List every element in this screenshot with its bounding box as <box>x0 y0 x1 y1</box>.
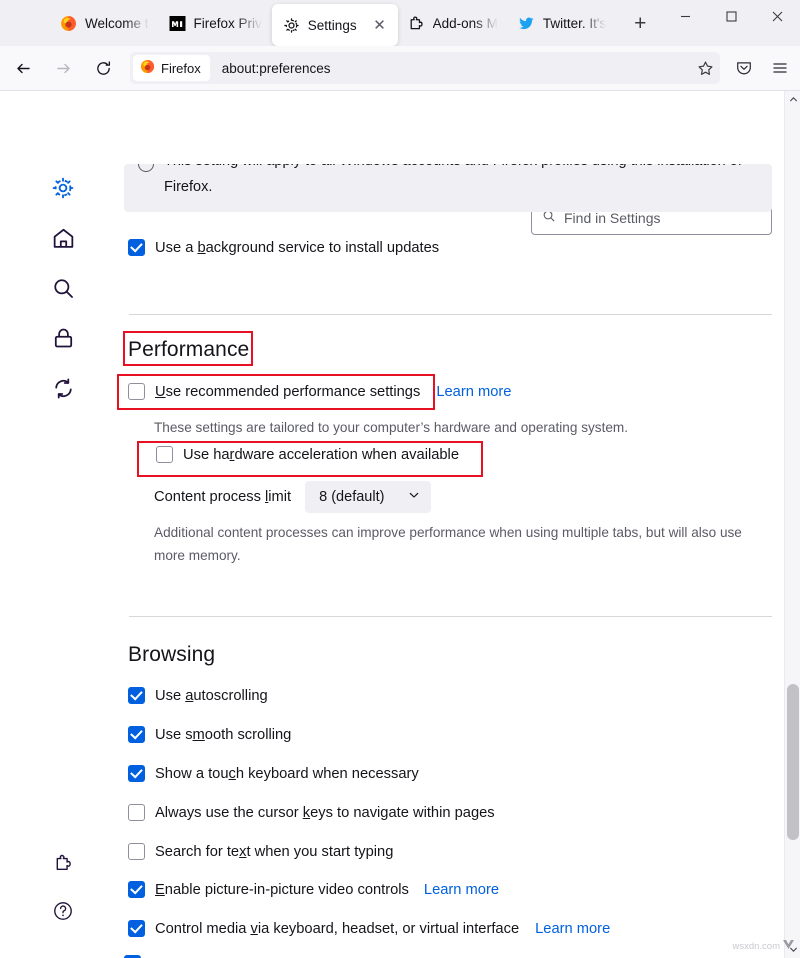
autoscrolling-checkbox[interactable] <box>128 687 145 704</box>
content-process-limit-description: Additional content processes can improve… <box>154 521 772 567</box>
sidebar-item-search[interactable] <box>46 271 80 305</box>
chevron-down-icon <box>408 489 420 505</box>
cursor-keys-checkbox[interactable] <box>128 804 145 821</box>
tab-settings[interactable]: Settings ✕ <box>272 4 398 46</box>
preferences-page: Find in Settings This setting will apply… <box>0 91 800 958</box>
recommended-performance-label: Use recommended performance settings <box>155 384 420 400</box>
info-circle-icon <box>138 164 154 172</box>
settings-content: This setting will apply to all Windows a… <box>124 91 772 958</box>
recommended-performance-checkbox[interactable] <box>128 383 145 400</box>
tab-label: Add-ons M <box>433 16 498 31</box>
browsing-item-smooth-scrolling[interactable]: Use smooth scrolling <box>128 726 291 743</box>
background-service-label: Use a background service to install upda… <box>155 240 439 256</box>
navigation-toolbar: Firefox about:preferences <box>0 46 800 91</box>
recommended-performance-learn-more-link[interactable]: Learn more <box>436 384 511 400</box>
update-info-banner-text: This setting will apply to all Windows a… <box>164 164 758 200</box>
scrollbar-thumb[interactable] <box>787 684 799 840</box>
sidebar-item-firefox-support[interactable] <box>46 894 80 928</box>
url-text[interactable]: about:preferences <box>222 61 697 76</box>
content-process-limit-label: Content process limit <box>154 489 291 505</box>
smooth-scrolling-label: Use smooth scrolling <box>155 727 291 743</box>
smooth-scrolling-checkbox[interactable] <box>128 726 145 743</box>
identity-box[interactable]: Firefox <box>133 55 210 81</box>
new-tab-button[interactable]: + <box>624 8 656 40</box>
tab-label: Firefox Priv <box>194 16 262 31</box>
media-control-learn-more-link[interactable]: Learn more <box>535 921 610 937</box>
watermark: wsxdn.com <box>732 940 794 952</box>
mozilla-m-icon <box>169 15 186 32</box>
browsing-item-search-on-type[interactable]: Search for text when you start typing <box>128 843 393 860</box>
browsing-item-cursor-keys[interactable]: Always use the cursor keys to navigate w… <box>128 804 495 821</box>
browsing-item-media-control[interactable]: Control media via keyboard, headset, or … <box>128 920 610 937</box>
tab-twitter[interactable]: Twitter. It's <box>508 3 616 43</box>
background-service-checkbox-row[interactable]: Use a background service to install upda… <box>128 239 439 256</box>
tab-firefox-privacy[interactable]: Firefox Priv <box>159 3 272 43</box>
sidebar-item-general[interactable] <box>46 171 80 205</box>
window-controls <box>662 0 800 46</box>
browsing-item-picture-in-picture[interactable]: Enable picture-in-picture video controls… <box>128 881 499 898</box>
url-bar[interactable]: Firefox about:preferences <box>130 52 720 84</box>
tab-label: Settings <box>308 18 357 33</box>
content-process-limit-row[interactable]: Content process limit 8 (default) <box>154 481 431 513</box>
media-control-label: Control media via keyboard, headset, or … <box>155 921 519 937</box>
firefox-logo-icon <box>140 59 155 77</box>
sidebar-item-privacy-security[interactable] <box>46 321 80 355</box>
firefox-logo-icon <box>60 15 77 32</box>
tab-addons-manager[interactable]: Add-ons M <box>398 3 508 43</box>
touch-keyboard-checkbox[interactable] <box>128 765 145 782</box>
tab-close-button[interactable]: ✕ <box>371 16 389 34</box>
tab-welcome[interactable]: Welcome t <box>50 3 159 43</box>
hardware-acceleration-checkbox[interactable] <box>156 446 173 463</box>
autoscrolling-label: Use autoscrolling <box>155 688 268 704</box>
cursor-keys-label: Always use the cursor keys to navigate w… <box>155 805 495 821</box>
background-service-checkbox[interactable] <box>128 239 145 256</box>
browsing-item-touch-keyboard[interactable]: Show a touch keyboard when necessary <box>128 765 419 782</box>
watermark-icon <box>783 940 794 952</box>
forward-button[interactable] <box>46 51 80 85</box>
section-divider <box>129 616 772 617</box>
puzzle-piece-icon <box>408 15 425 32</box>
tab-strip: Welcome t Firefox Priv Settings ✕ Add <box>0 0 800 46</box>
watermark-text: wsxdn.com <box>732 941 780 952</box>
search-on-type-checkbox[interactable] <box>128 843 145 860</box>
preferences-sidebar <box>0 91 110 958</box>
sidebar-item-extensions-themes[interactable] <box>46 846 80 880</box>
scroll-up-arrow[interactable] <box>785 91 800 108</box>
sidebar-item-home[interactable] <box>46 221 80 255</box>
bookmark-star-icon[interactable] <box>697 60 714 77</box>
hardware-acceleration-label: Use hardware acceleration when available <box>183 447 459 463</box>
pocket-icon[interactable] <box>728 52 760 84</box>
picture-in-picture-learn-more-link[interactable]: Learn more <box>424 882 499 898</box>
search-on-type-label: Search for text when you start typing <box>155 844 393 860</box>
app-menu-button[interactable] <box>764 52 796 84</box>
reload-button[interactable] <box>86 51 120 85</box>
sidebar-item-sync[interactable] <box>46 371 80 405</box>
recommended-performance-description: These settings are tailored to your comp… <box>154 416 774 439</box>
browsing-item-autoscrolling[interactable]: Use autoscrolling <box>128 687 268 704</box>
picture-in-picture-checkbox[interactable] <box>128 881 145 898</box>
content-process-limit-value: 8 (default) <box>319 489 384 505</box>
tab-label: Twitter. It's <box>543 16 606 31</box>
minimize-button[interactable] <box>662 0 708 32</box>
section-divider <box>129 314 772 315</box>
tab-label: Welcome t <box>85 16 149 31</box>
identity-label: Firefox <box>161 61 201 76</box>
twitter-bird-icon <box>518 15 535 32</box>
back-button[interactable] <box>6 51 40 85</box>
maximize-button[interactable] <box>708 0 754 32</box>
performance-heading: Performance <box>128 338 249 362</box>
touch-keyboard-label: Show a touch keyboard when necessary <box>155 766 419 782</box>
hardware-acceleration-row[interactable]: Use hardware acceleration when available <box>156 446 459 463</box>
browsing-heading: Browsing <box>128 643 215 667</box>
picture-in-picture-label: Enable picture-in-picture video controls <box>155 882 409 898</box>
content-process-limit-select[interactable]: 8 (default) <box>305 481 431 513</box>
update-info-banner: This setting will apply to all Windows a… <box>124 164 772 212</box>
close-button[interactable] <box>754 0 800 32</box>
gear-icon <box>283 17 300 34</box>
vertical-scrollbar[interactable] <box>784 91 800 958</box>
media-control-checkbox[interactable] <box>128 920 145 937</box>
recommended-performance-row[interactable]: Use recommended performance settings Lea… <box>128 383 511 400</box>
